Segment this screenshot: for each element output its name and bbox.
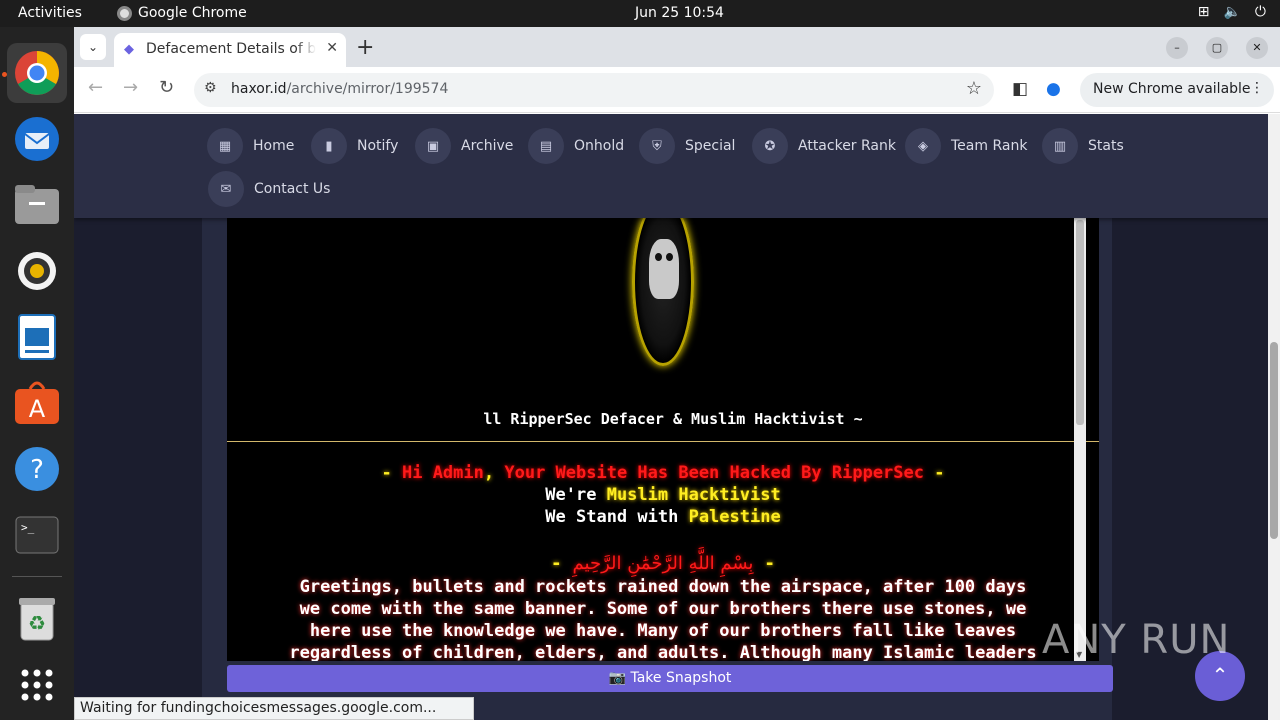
hacked-message: - Hi Admin, Your Website Has Been Hacked… [381,463,945,483]
tab-title: Defacement Details of b [146,41,316,57]
nav-notify[interactable]: ▮ Notify [311,128,398,164]
tab-strip: ⌄ ◆ Defacement Details of b ✕ + – ▢ ✕ [74,27,1280,67]
nav-archive[interactable]: ▣ Archive [415,128,513,164]
camera-icon: 📷 [608,670,627,686]
close-window-button[interactable]: ✕ [1246,37,1268,59]
nav-contact-us[interactable]: ✉ Contact Us [208,171,330,207]
thunderbird-icon[interactable] [7,109,67,169]
iframe-scroll-thumb[interactable] [1076,220,1084,425]
url-text[interactable]: haxor.id/archive/mirror/199574 [231,81,448,97]
emblem-caption: ll RipperSec Defacer & Muslim Hacktivist… [483,410,863,428]
more-menu-icon[interactable]: ⋮ [1250,80,1264,96]
nav-stats[interactable]: ▥ Stats [1042,128,1124,164]
bookmark-star-icon[interactable]: ☆ [966,78,982,99]
update-chrome-button[interactable]: New Chrome available ⋮ [1080,73,1274,107]
page-viewport: ▦ Home ▮ Notify ▣ Archive ▤ Onhold ⛨ Special … [74,114,1268,720]
minimize-button[interactable]: – [1166,37,1188,59]
browser-window: ⌄ ◆ Defacement Details of b ✕ + – ▢ ✕ ← … [74,27,1280,720]
tab-close-icon[interactable]: ✕ [326,40,338,56]
layers-icon: ◈ [905,128,941,164]
forward-icon[interactable]: → [123,77,138,98]
nav-special[interactable]: ⛨ Special [639,128,735,164]
mirror-iframe[interactable]: ll RipperSec Defacer & Muslim Hacktivist… [227,218,1099,661]
toolbar: ← → ↻ ⚙ haxor.id/archive/mirror/199574 ☆… [74,67,1280,113]
nav-home[interactable]: ▦ Home [207,128,294,164]
palestine-line: We Stand with Palestine [545,507,781,527]
page-scrollbar[interactable] [1268,114,1280,720]
power-icon: ⏻ [1254,4,1266,20]
new-tab-button[interactable]: + [356,35,374,60]
chrome-small-icon [117,5,132,21]
chrome-icon[interactable] [7,43,67,103]
greeting-line-1: Greetings, bullets and rockets rained do… [299,577,1027,597]
grid-icon: ▦ [207,128,243,164]
tab-active[interactable]: ◆ Defacement Details of b ✕ [114,33,346,67]
app-center-icon[interactable]: A [7,373,67,433]
hacktivist-line: We're Muslim Hacktivist [545,485,781,505]
address-bar[interactable]: ⚙ haxor.id/archive/mirror/199574 ☆ [194,73,994,107]
greeting-line-3: here use the knowledge we have. Many of … [309,621,1017,641]
greeting-line-4: regardless of children, elders, and adul… [289,643,1037,661]
award-icon: ✪ [752,128,788,164]
site-info-icon[interactable]: ⚙ [204,80,217,96]
volume-icon: 🔈 [1223,4,1241,20]
document-icon: ▤ [528,128,564,164]
mirror-card: ll RipperSec Defacer & Muslim Hacktivist… [202,218,1113,720]
tab-search-button[interactable]: ⌄ [80,34,106,60]
activities-button[interactable]: Activities [18,5,82,21]
profile-icon[interactable]: ● [1046,79,1061,99]
nav-attacker-rank[interactable]: ✪ Attacker Rank [752,128,896,164]
chart-icon: ▥ [1042,128,1078,164]
nav-team-rank[interactable]: ◈ Team Rank [905,128,1027,164]
status-bubble: Waiting for fundingchoicesmessages.googl… [74,697,474,720]
rhythmbox-icon[interactable] [7,241,67,301]
page-scroll-thumb[interactable] [1270,342,1278,539]
archive-icon: ▣ [415,128,451,164]
dock: A ? >_ ♻ [0,27,74,720]
app-name: Google Chrome [138,5,247,21]
writer-icon[interactable] [7,307,67,367]
trash-icon[interactable]: ♻ [7,589,67,649]
chevron-up-icon: ⌃ [1211,663,1229,687]
site-navbar: ▦ Home ▮ Notify ▣ Archive ▤ Onhold ⛨ Special … [74,114,1268,218]
divider [227,441,1099,442]
iframe-scrollbar[interactable]: ▼ [1074,218,1086,661]
svg-text:>_: >_ [21,521,35,534]
system-tray[interactable]: ⊞ 🔈 ⏻ [1198,4,1266,20]
dock-separator [12,576,62,577]
anyrun-watermark: ANY RUN [1042,617,1231,663]
svg-text:♻: ♻ [28,611,46,635]
greeting-line-2: we come with the same banner. Some of ou… [299,599,1027,619]
mail-icon: ✉ [208,171,244,207]
terminal-icon[interactable]: >_ [7,505,67,565]
clock[interactable]: Jun 25 10:54 [635,5,724,21]
bookmark-icon: ▮ [311,128,347,164]
side-panel-icon[interactable]: ◧ [1012,79,1028,99]
files-icon[interactable] [7,175,67,235]
shield-icon: ⛨ [639,128,675,164]
top-bar: Activities Google Chrome Jun 25 10:54 ⊞ … [0,0,1280,27]
show-apps-icon[interactable] [7,655,67,715]
svg-text:A: A [29,395,46,423]
maximize-button[interactable]: ▢ [1206,37,1228,59]
bismillah-line: - بِسْمِ اللَّهِ الرَّحْمَٰنِ الرَّحِيمِ… [550,553,776,574]
ripper-emblem-logo [632,218,694,366]
favicon-icon: ◆ [124,42,134,57]
svg-text:?: ? [30,455,44,485]
app-menu[interactable]: Google Chrome [117,5,247,21]
back-icon[interactable]: ← [88,77,103,98]
take-snapshot-button[interactable]: 📷 Take Snapshot [227,665,1113,692]
reload-icon[interactable]: ↻ [159,77,174,98]
nav-onhold[interactable]: ▤ Onhold [528,128,624,164]
help-icon[interactable]: ? [7,439,67,499]
network-icon: ⊞ [1197,4,1210,20]
